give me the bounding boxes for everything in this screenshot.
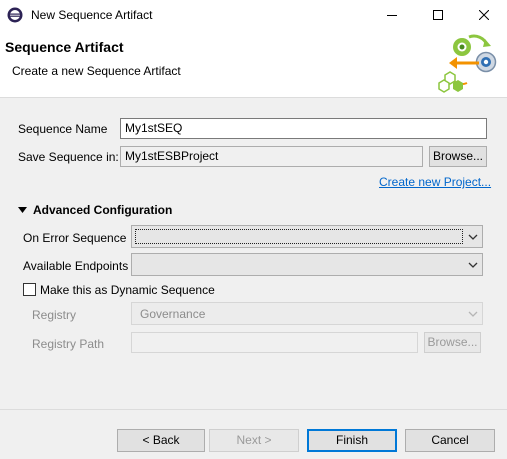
maximize-icon bbox=[433, 10, 443, 20]
close-icon bbox=[479, 10, 489, 20]
on-error-sequence-label: On Error Sequence bbox=[23, 231, 127, 245]
save-sequence-in-field: My1stESBProject bbox=[120, 146, 423, 167]
next-button[interactable]: Next > bbox=[209, 429, 299, 452]
on-error-sequence-select[interactable] bbox=[131, 225, 483, 248]
cancel-button[interactable]: Cancel bbox=[405, 429, 495, 452]
dynamic-sequence-checkbox[interactable] bbox=[23, 283, 36, 296]
dynamic-sequence-label[interactable]: Make this as Dynamic Sequence bbox=[40, 283, 215, 297]
registry-browse-button[interactable]: Browse... bbox=[424, 332, 481, 353]
page-subtitle: Create a new Sequence Artifact bbox=[12, 64, 181, 78]
registry-path-label: Registry Path bbox=[32, 337, 105, 351]
registry-select[interactable]: Governance bbox=[131, 302, 483, 325]
title-bar: New Sequence Artifact bbox=[0, 0, 507, 30]
footer-separator bbox=[0, 409, 507, 410]
wizard-banner: Sequence Artifact Create a new Sequence … bbox=[0, 30, 507, 98]
registry-value: Governance bbox=[140, 307, 206, 321]
back-button[interactable]: < Back bbox=[117, 429, 205, 452]
browse-button[interactable]: Browse... bbox=[429, 146, 487, 167]
window-title: New Sequence Artifact bbox=[31, 8, 153, 22]
collapse-triangle-icon[interactable] bbox=[18, 207, 27, 213]
chevron-down-icon bbox=[468, 311, 478, 317]
sequence-name-label: Sequence Name bbox=[18, 122, 108, 136]
chevron-down-icon bbox=[468, 262, 478, 268]
registry-label: Registry bbox=[32, 308, 77, 322]
advanced-configuration-header[interactable]: Advanced Configuration bbox=[33, 203, 172, 217]
available-endpoints-select[interactable] bbox=[131, 253, 483, 276]
registry-path-input[interactable] bbox=[131, 332, 418, 353]
sequence-artifact-wizard-icon bbox=[438, 34, 497, 93]
minimize-button[interactable] bbox=[369, 0, 415, 30]
chevron-down-icon bbox=[468, 234, 478, 240]
save-sequence-in-label: Save Sequence in: bbox=[18, 150, 119, 164]
close-button[interactable] bbox=[461, 0, 507, 30]
sequence-name-input[interactable]: My1stSEQ bbox=[120, 118, 487, 139]
available-endpoints-label: Available Endpoints bbox=[23, 259, 129, 273]
focus-indicator bbox=[135, 229, 463, 244]
create-new-project-link[interactable]: Create new Project... bbox=[379, 175, 491, 189]
eclipse-icon bbox=[7, 7, 23, 23]
minimize-icon bbox=[387, 15, 397, 16]
finish-button[interactable]: Finish bbox=[307, 429, 397, 452]
page-title: Sequence Artifact bbox=[5, 39, 124, 55]
maximize-button[interactable] bbox=[415, 0, 461, 30]
